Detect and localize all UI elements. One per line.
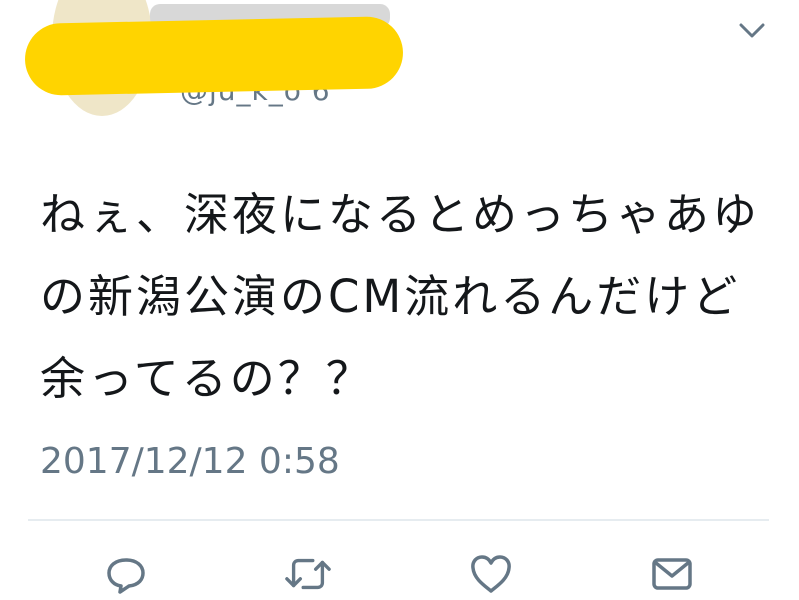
divider — [28, 519, 769, 521]
tweet-card: @ju_k_o 6 ねぇ、深夜になるとめっちゃあゆの新潟公演のCM流れるんだけど… — [0, 0, 799, 600]
heart-icon — [471, 555, 511, 593]
retweet-button[interactable] — [284, 550, 332, 598]
redaction-mark — [24, 16, 404, 96]
message-icon — [652, 558, 692, 590]
reply-button[interactable] — [102, 550, 150, 598]
tweet-menu-button[interactable] — [735, 13, 769, 47]
tweet-actions — [0, 550, 799, 600]
chevron-down-icon — [739, 23, 765, 38]
tweet-text: ねぇ、深夜になるとめっちゃあゆの新潟公演のCM流れるんだけど余ってるの？？ — [40, 188, 761, 405]
tweet-timestamp[interactable]: 2017/12/12 0:58 — [40, 441, 340, 482]
like-button[interactable] — [467, 550, 515, 598]
retweet-icon — [285, 558, 331, 590]
message-button[interactable] — [648, 550, 696, 598]
reply-icon — [107, 558, 145, 594]
